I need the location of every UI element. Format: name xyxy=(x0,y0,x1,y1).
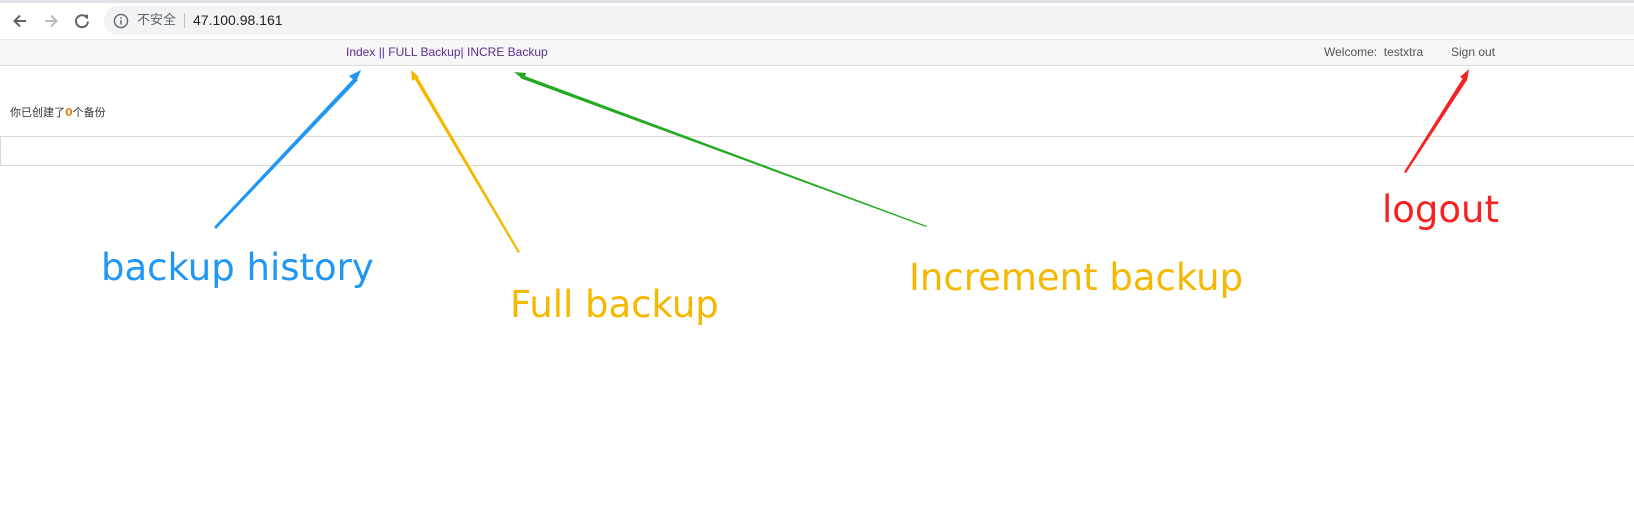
sign-out-link[interactable]: Sign out xyxy=(1451,45,1495,60)
welcome-text: Welcome: testxtra xyxy=(1324,45,1424,59)
annotation-backup-history: backup history xyxy=(101,246,374,289)
address-bar[interactable]: 不安全 47.100.98.161 xyxy=(104,6,1634,35)
nav-link-full-backup[interactable]: FULL Backup xyxy=(388,45,460,59)
annotation-full-backup: Full backup xyxy=(510,283,719,326)
backup-count-value: 0 xyxy=(65,106,73,119)
forward-button[interactable] xyxy=(40,10,62,32)
back-arrow-icon xyxy=(13,14,26,28)
site-navbar: Index || FULL Backup| INCRE Backup Welco… xyxy=(0,39,1634,66)
reload-icon xyxy=(75,14,89,29)
main-nav-links: Index || FULL Backup| INCRE Backup xyxy=(346,45,548,60)
browser-toolbar: 不安全 47.100.98.161 xyxy=(0,0,1634,40)
nav-separator: || xyxy=(375,45,389,59)
backup-list-panel xyxy=(0,136,1634,166)
url-text[interactable]: 47.100.98.161 xyxy=(193,12,283,29)
backup-count-suffix: 个备份 xyxy=(72,106,106,119)
info-icon[interactable] xyxy=(113,13,129,29)
address-separator xyxy=(184,13,185,28)
forward-arrow-icon xyxy=(45,14,58,28)
tab-strip-edge xyxy=(0,0,1634,3)
reload-button[interactable] xyxy=(71,10,93,32)
security-label: 不安全 xyxy=(137,13,177,28)
nav-link-incre-backup[interactable]: INCRE Backup xyxy=(467,45,548,59)
backup-count-text: 你已创建了0个备份 xyxy=(10,106,106,120)
nav-link-index[interactable]: Index xyxy=(346,45,375,59)
annotation-logout: logout xyxy=(1382,188,1499,231)
back-button[interactable] xyxy=(9,10,31,32)
backup-count-prefix: 你已创建了 xyxy=(10,106,65,119)
annotation-increment-backup: Increment backup xyxy=(909,256,1244,299)
